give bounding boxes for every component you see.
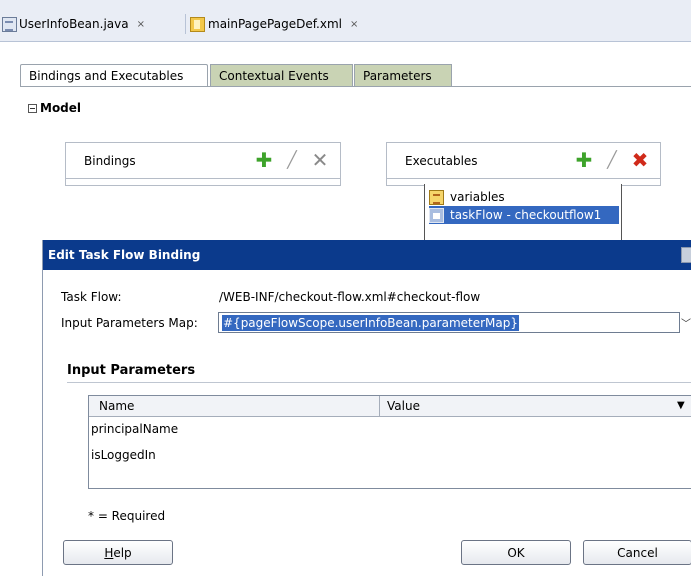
- task-flow-label: Task Flow:: [61, 290, 122, 304]
- edit-task-flow-binding-dialog: Edit Task Flow Binding Task Flow: /WEB-I…: [42, 240, 691, 576]
- input-parameters-heading: Input Parameters: [67, 363, 196, 378]
- collapse-icon[interactable]: [28, 103, 37, 113]
- table-header: Name Value ▼: [89, 396, 691, 417]
- tab-divider: [20, 86, 691, 87]
- input-parameters-map-field[interactable]: #{pageFlowScope.userInfoBean.parameterMa…: [218, 312, 680, 333]
- bindings-panel-header: Bindings ✚ ╱ ✕: [66, 143, 340, 179]
- param-name: isLoggedIn: [91, 448, 156, 462]
- variables-icon: [429, 189, 444, 205]
- column-menu-icon[interactable]: ▼: [677, 400, 691, 413]
- dialog-title: Edit Task Flow Binding: [48, 248, 201, 262]
- executables-panel: Executables ✚ ╱ ✖: [386, 142, 661, 186]
- delete-binding-icon[interactable]: ✕: [310, 150, 330, 170]
- bindings-panel-title: Bindings: [84, 153, 136, 168]
- taskflow-icon: [429, 207, 444, 223]
- editor-tab-label: UserInfoBean.java: [19, 17, 129, 31]
- list-item[interactable]: variables: [429, 188, 505, 206]
- cancel-button[interactable]: Cancel: [583, 540, 691, 565]
- executables-panel-title: Executables: [405, 153, 478, 168]
- edit-binding-icon[interactable]: ╱: [282, 150, 302, 170]
- dialog-title-bar[interactable]: Edit Task Flow Binding: [43, 240, 691, 270]
- bindings-panel: Bindings ✚ ╱ ✕: [65, 142, 341, 186]
- close-tab-icon[interactable]: ×: [350, 19, 358, 30]
- editor-tab-userinfobean[interactable]: UserInfoBean.java ×: [2, 14, 145, 34]
- tab-parameters[interactable]: Parameters: [354, 64, 452, 86]
- section-divider: [67, 382, 691, 383]
- tab-contextual-events[interactable]: Contextual Events: [210, 64, 353, 86]
- required-note: * = Required: [88, 509, 166, 523]
- executable-label: taskFlow - checkoutflow1: [450, 208, 602, 222]
- editor-tab-label: mainPagePageDef.xml: [208, 17, 342, 31]
- model-section-header[interactable]: Model: [28, 101, 81, 115]
- edit-executable-icon[interactable]: ╱: [602, 150, 622, 170]
- close-tab-icon[interactable]: ×: [137, 19, 145, 30]
- ok-button[interactable]: OK: [461, 540, 571, 565]
- add-binding-icon[interactable]: ✚: [254, 150, 274, 170]
- close-icon[interactable]: [681, 247, 691, 263]
- column-header-name[interactable]: Name: [99, 399, 134, 413]
- help-label-rest: elp: [113, 545, 132, 560]
- param-name: principalName: [91, 422, 179, 436]
- executable-label: variables: [450, 190, 505, 204]
- tab-bindings-and-executables[interactable]: Bindings and Executables: [20, 64, 208, 86]
- input-parameters-map-label: Input Parameters Map:: [61, 316, 198, 330]
- task-flow-value: /WEB-INF/checkout-flow.xml#checkout-flow: [219, 290, 481, 304]
- help-mnemonic: H: [104, 545, 114, 560]
- editor-tab-strip: UserInfoBean.java × mainPagePageDef.xml …: [0, 0, 691, 42]
- model-title: Model: [40, 101, 82, 115]
- input-parameters-table: Name Value ▼ principalName isLoggedIn: [88, 395, 691, 489]
- column-divider[interactable]: [379, 396, 380, 416]
- xml-file-icon: [190, 16, 205, 32]
- input-parameters-map-value: #{pageFlowScope.userInfoBean.parameterMa…: [222, 314, 520, 331]
- java-file-icon: [2, 16, 17, 32]
- add-executable-icon[interactable]: ✚: [574, 150, 594, 170]
- chevron-down-icon[interactable]: ﹀: [680, 312, 691, 333]
- column-header-value[interactable]: Value: [387, 399, 420, 413]
- list-item[interactable]: taskFlow - checkoutflow1: [429, 206, 619, 224]
- help-button[interactable]: Help: [63, 540, 173, 565]
- delete-executable-icon[interactable]: ✖: [630, 150, 650, 170]
- table-row[interactable]: isLoggedIn: [91, 448, 156, 462]
- editor-tab-mainpagepagedef[interactable]: mainPagePageDef.xml ×: [185, 14, 358, 34]
- table-row[interactable]: principalName: [91, 422, 178, 436]
- executables-list: variables taskFlow - checkoutflow1: [424, 184, 622, 240]
- executables-panel-header: Executables ✚ ╱ ✖: [387, 143, 660, 179]
